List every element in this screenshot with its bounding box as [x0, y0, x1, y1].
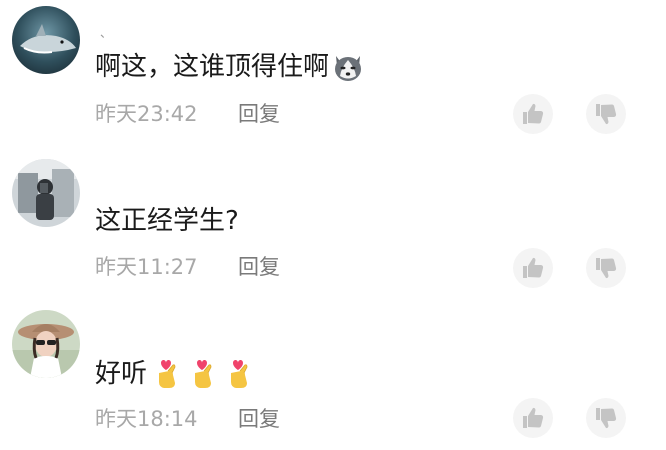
thumbs-down-icon	[596, 408, 617, 429]
comment-text: 啊这，这谁顶得住啊	[95, 50, 365, 84]
comment-time: 昨天23:42	[95, 102, 198, 126]
like-button[interactable]	[513, 398, 553, 438]
avatar[interactable]	[12, 6, 80, 74]
dislike-button[interactable]	[586, 398, 626, 438]
finger-heart-emoji	[151, 357, 185, 391]
comment-text: 这正经学生?	[95, 204, 239, 238]
comment-item: 好听 昨天18:14 回复	[0, 300, 666, 450]
finger-heart-emoji	[223, 357, 257, 391]
comment-text-content: 啊这，这谁顶得住啊	[95, 52, 330, 82]
husky-emoji	[331, 50, 365, 84]
mirror-selfie-avatar-image	[12, 159, 80, 227]
thumbs-down-icon	[596, 258, 617, 279]
thumbs-up-icon	[523, 407, 544, 428]
thumbs-up-icon	[523, 103, 544, 124]
avatar[interactable]	[12, 310, 80, 378]
comment-text: 好听	[95, 357, 257, 391]
woman-hat-avatar-image	[12, 310, 80, 378]
comment-time: 昨天18:14	[95, 407, 198, 431]
comment-text-content: 这正经学生?	[95, 206, 239, 236]
comment-item: 这正经学生? 昨天11:27 回复	[0, 150, 666, 300]
reply-button[interactable]: 回复	[238, 254, 280, 280]
shark-avatar-image	[12, 6, 80, 74]
like-button[interactable]	[513, 94, 553, 134]
comment-text-content: 好听	[95, 359, 148, 389]
avatar[interactable]	[12, 159, 80, 227]
like-button[interactable]	[513, 248, 553, 288]
thumbs-down-icon	[596, 104, 617, 125]
dislike-button[interactable]	[586, 248, 626, 288]
thumbs-up-icon	[523, 257, 544, 278]
reply-button[interactable]: 回复	[238, 406, 280, 432]
comment-time: 昨天11:27	[95, 255, 198, 279]
dislike-button[interactable]	[586, 94, 626, 134]
username[interactable]: 、	[100, 26, 112, 40]
reply-button[interactable]: 回复	[238, 101, 280, 127]
finger-heart-emoji	[187, 357, 221, 391]
comment-item: 、 啊这，这谁顶得住啊 昨天23:42 回复	[0, 0, 666, 150]
